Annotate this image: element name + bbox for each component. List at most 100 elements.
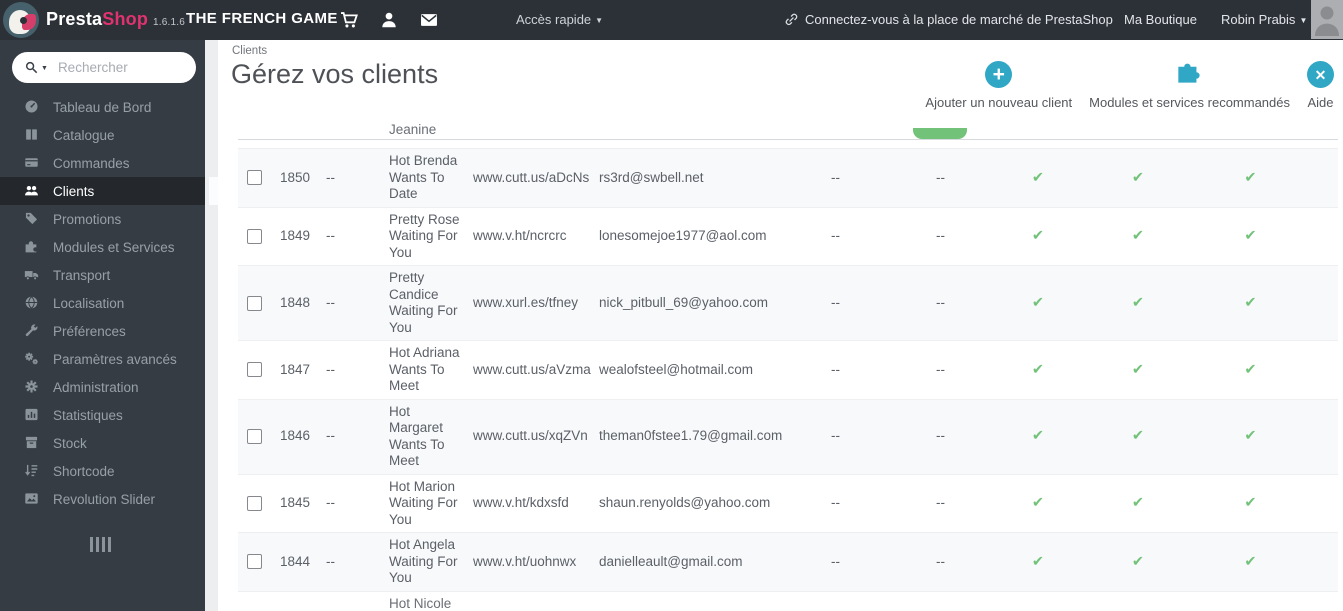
sidebar-item-slider[interactable]: Revolution Slider [0, 485, 205, 513]
registration-cell: -- [936, 294, 945, 310]
sidebar-item-catalog[interactable]: Catalogue [0, 121, 205, 149]
sidebar-item-label: Catalogue [53, 127, 115, 143]
customer-email-cell: theman0fstee1.79@gmail.com [599, 428, 783, 444]
social-title-cell: -- [326, 228, 335, 243]
enabled-check-icon: ✔ [1031, 294, 1045, 311]
employee-icon[interactable] [380, 11, 398, 29]
optin-check-icon: ✔ [1244, 294, 1257, 311]
catalog-icon [24, 127, 40, 143]
brand-wordmark[interactable]: PrestaShop 1.6.1.6 [46, 9, 185, 30]
prestashop-logo[interactable] [3, 2, 39, 38]
customer-email-cell: rs3rd@swbell.net [599, 169, 704, 185]
action-label: Modules et services recommandés [1089, 95, 1290, 110]
shop-name: THE FRENCH GAME [186, 10, 338, 27]
sidebar-item-label: Commandes [53, 155, 130, 171]
advanced-settings-icon [24, 351, 40, 367]
customer-row[interactable]: 1850 -- Hot Brenda Wants To Date www.cut… [238, 148, 1338, 207]
sidebar-item-shipping[interactable]: Transport [0, 261, 205, 289]
sidebar-item-modules[interactable]: Modules et Services [0, 233, 205, 261]
sidebar-item-label: Stock [53, 435, 87, 451]
sidebar-item-shortcode[interactable]: Shortcode [0, 457, 205, 485]
sidebar-item-stats[interactable]: Statistiques [0, 401, 205, 429]
social-title-cell: -- [326, 553, 335, 569]
sidebar-item-advanced-settings[interactable]: Paramètres avancés [0, 345, 205, 373]
customer-row[interactable]: 1847 -- Hot Adriana Wants To Meet www.cu… [238, 340, 1338, 399]
customer-url-cell: www.cutt.us/aVzma [473, 361, 591, 377]
enabled-check-icon: ✔ [1031, 553, 1045, 570]
customer-email-cell: shaun.renyolds@yahoo.com [599, 495, 771, 510]
search-input[interactable] [57, 60, 188, 75]
collapse-menu-icon[interactable] [90, 537, 111, 552]
link-icon [785, 13, 798, 26]
partial-customer-name: Jeanine [389, 122, 437, 137]
newsletter-check-icon: ✔ [1131, 428, 1145, 445]
sidebar-item-label: Clients [53, 183, 95, 199]
sidebar-item-label: Localisation [53, 295, 125, 311]
cart-icon[interactable] [340, 11, 358, 29]
customer-name-cell: Hot Angela Waiting For You [389, 537, 458, 585]
user-menu[interactable]: Robin Prabis ▼ [1221, 12, 1307, 27]
social-title-cell: -- [326, 495, 335, 510]
my-shop-link[interactable]: Ma Boutique [1124, 12, 1197, 27]
newsletter-check-icon: ✔ [1131, 294, 1145, 311]
customer-row[interactable]: 1849 -- Pretty Rose Waiting For You www.… [238, 206, 1338, 266]
dashboard-icon [24, 99, 40, 115]
sidebar-item-orders[interactable]: Commandes [0, 149, 205, 177]
row-checkbox[interactable] [247, 429, 262, 444]
row-checkbox[interactable] [247, 362, 262, 378]
customers-table: Jeanine 1850 -- Hot Brenda Wants To Date… [238, 120, 1338, 609]
sidebar-item-customers[interactable]: Clients [0, 177, 218, 205]
sales-cell: -- [831, 361, 840, 377]
customer-row[interactable]: 1846 -- Hot Margaret Wants To Meet www.c… [238, 398, 1338, 474]
row-checkbox[interactable] [247, 495, 262, 511]
customer-row[interactable]: 1848 -- Pretty Candice Waiting For You w… [238, 265, 1338, 340]
stats-icon [24, 407, 40, 423]
action-label: Aide [1307, 95, 1334, 110]
add-customer-button[interactable]: + Ajouter un nouveau client [925, 61, 1072, 110]
enabled-check-icon: ✔ [1031, 495, 1045, 511]
row-checkbox[interactable] [247, 228, 262, 244]
customer-id-cell: 1849 [279, 228, 310, 243]
registration-cell: -- [936, 495, 945, 510]
row-checkbox[interactable] [247, 170, 262, 186]
sidebar-item-label: Préférences [53, 323, 126, 339]
help-button[interactable]: ✕ Aide [1307, 61, 1334, 110]
sales-cell: -- [831, 495, 840, 510]
search-scope-caret-icon[interactable]: ▼ [41, 65, 48, 72]
caret-down-icon: ▼ [595, 16, 604, 25]
sidebar-item-preferences[interactable]: Préférences [0, 317, 205, 345]
sidebar-item-label: Modules et Services [53, 239, 175, 255]
sidebar-item-stock[interactable]: Stock [0, 429, 205, 457]
filter-search-button-partial[interactable] [913, 128, 967, 139]
puzzle-icon [1175, 57, 1205, 88]
customer-row[interactable]: 1844 -- Hot Angela Waiting For You www.v… [238, 532, 1338, 591]
quick-access-menu[interactable]: Accès rapide ▼ [516, 12, 603, 27]
marketplace-link[interactable]: Connectez-vous à la place de marché de P… [784, 12, 1113, 27]
quick-access-label: Accès rapide [516, 12, 592, 27]
social-title-cell: -- [326, 361, 335, 377]
sidebar-search[interactable]: ▼ [12, 52, 196, 83]
sidebar-item-dashboard[interactable]: Tableau de Bord [0, 93, 205, 121]
customer-row[interactable]: 1845 -- Hot Marion Waiting For You www.v… [238, 473, 1338, 533]
sales-cell: -- [831, 553, 840, 569]
partial-customer-name: Hot Nicole [389, 595, 452, 609]
row-checkbox[interactable] [247, 295, 262, 311]
row-checkbox[interactable] [247, 554, 262, 570]
page-toolbar: + Ajouter un nouveau client Modules et s… [925, 57, 1334, 110]
shipping-icon [24, 267, 40, 283]
customer-email-cell: nick_pitbull_69@yahoo.com [599, 294, 769, 310]
sales-cell: -- [831, 428, 840, 444]
logo-mascot-eye [20, 17, 27, 24]
breadcrumb: Clients [232, 45, 268, 57]
sidebar-item-localization[interactable]: Localisation [0, 289, 205, 317]
messages-icon[interactable] [420, 11, 438, 29]
recommended-modules-button[interactable]: Modules et services recommandés [1089, 57, 1290, 110]
newsletter-check-icon: ✔ [1131, 361, 1145, 378]
sidebar-item-administration[interactable]: Administration [0, 373, 205, 401]
sidebar-item-promotions[interactable]: Promotions [0, 205, 205, 233]
sales-cell: -- [831, 294, 840, 310]
customer-name-cell: Hot Marion Waiting For You [389, 478, 458, 527]
partial-top-row: Jeanine [238, 120, 1338, 140]
add-circle-icon: + [985, 61, 1013, 88]
avatar[interactable] [1311, 0, 1343, 39]
